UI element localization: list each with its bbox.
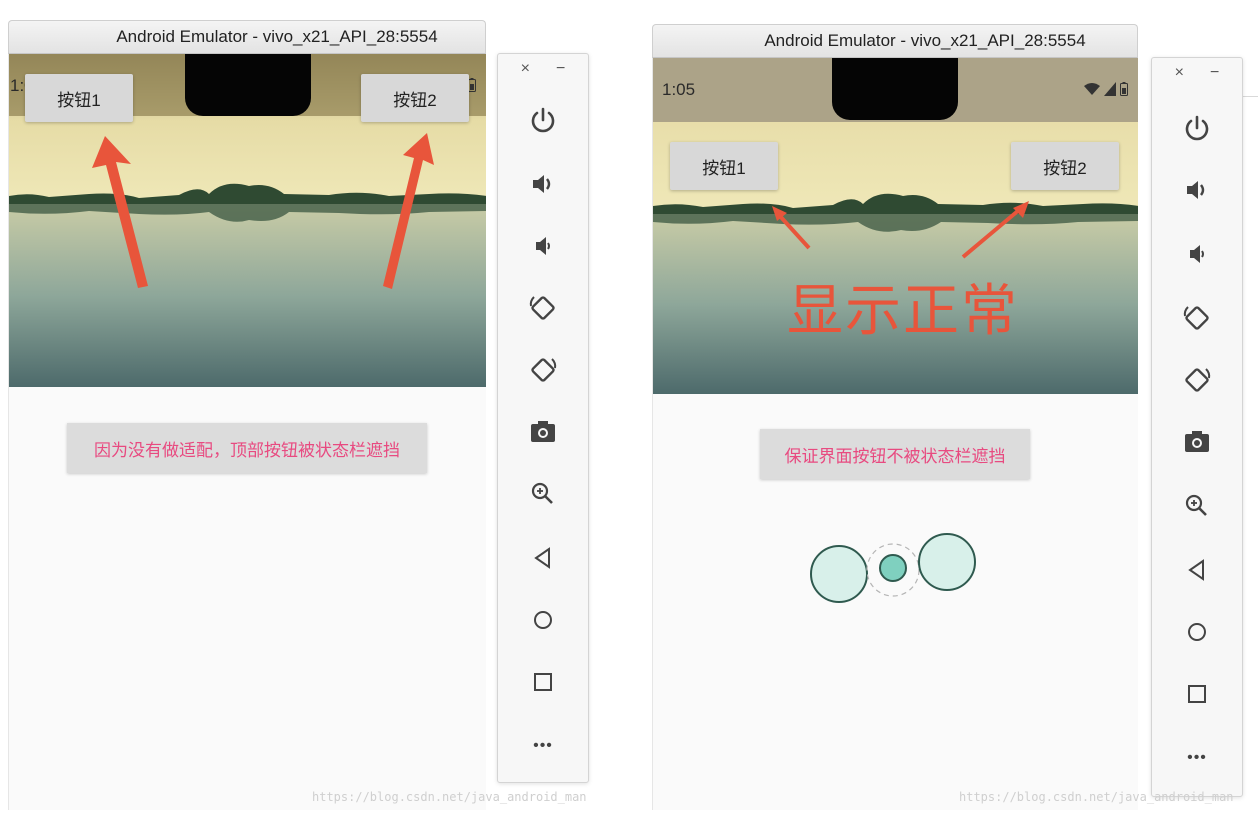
camera-icon: [1185, 431, 1209, 452]
power-button[interactable]: [1152, 104, 1242, 152]
loading-indicator: [810, 533, 976, 603]
loading-dot-right: [918, 533, 976, 591]
annotation-arrows: [772, 201, 1029, 259]
rotate-right-icon: [1185, 368, 1211, 392]
arrow-left: [777, 213, 811, 250]
arrow-left: [92, 136, 148, 288]
annotation-arrows: [92, 133, 434, 289]
rotate-left-button[interactable]: [498, 284, 588, 332]
back-button[interactable]: [1152, 546, 1242, 594]
back-icon: [1188, 559, 1204, 581]
minimize-icon[interactable]: −: [556, 60, 565, 88]
back-icon: [534, 547, 550, 569]
rotate-right-button[interactable]: [1152, 356, 1242, 404]
arrow-right: [383, 133, 434, 289]
zoom-button[interactable]: [498, 470, 588, 518]
zoom-in-icon: [531, 482, 553, 504]
toolbar-window-controls: × −: [498, 60, 588, 88]
back-button[interactable]: [498, 534, 588, 582]
window-title: Android Emulator - vivo_x21_API_28:5554: [116, 27, 438, 46]
info-box: 因为没有做适配，顶部按钮被状态栏遮挡: [67, 423, 427, 473]
close-icon[interactable]: ×: [521, 60, 530, 88]
more-icon: •••: [533, 737, 553, 754]
rotate-right-button[interactable]: [498, 346, 588, 394]
rotate-left-icon: [529, 296, 555, 320]
overview-icon: [1188, 685, 1206, 703]
volume-down-button[interactable]: [1152, 230, 1242, 278]
overview-icon: [534, 673, 552, 691]
power-icon: [1185, 115, 1209, 141]
overview-button[interactable]: [498, 658, 588, 706]
more-icon: •••: [1187, 749, 1207, 766]
loading-dot-center: [879, 554, 907, 582]
screenshot-button[interactable]: [498, 408, 588, 456]
emulator-toolbar: × − •••: [497, 53, 589, 783]
arrow-right: [961, 208, 1021, 259]
volume-up-button[interactable]: [498, 160, 588, 208]
overview-button[interactable]: [1152, 670, 1242, 718]
window-titlebar[interactable]: Android Emulator - vivo_x21_API_28:5554: [652, 24, 1138, 58]
info-text: 保证界面按钮不被状态栏遮挡: [784, 446, 1006, 466]
volume-up-icon: [533, 175, 551, 193]
left-panel: Android Emulator - vivo_x21_API_28:5554: [0, 0, 629, 832]
right-panel: Android Emulator - vivo_x21_API_28:5554 …: [629, 0, 1258, 832]
phone-screen: 1:05 按钮1 按钮2 显示正常 保证界面按钮不被状态栏遮挡: [652, 58, 1138, 810]
home-button[interactable]: [1152, 608, 1242, 656]
home-icon: [534, 611, 552, 629]
volume-up-button[interactable]: [1152, 166, 1242, 214]
emulator-toolbar: × − •••: [1151, 57, 1243, 797]
info-box: 保证界面按钮不被状态栏遮挡: [760, 429, 1030, 479]
more-button[interactable]: •••: [1152, 734, 1242, 782]
toolbar-window-controls: × −: [1152, 64, 1242, 92]
window-title: Android Emulator - vivo_x21_API_28:5554: [764, 31, 1086, 50]
rotate-left-icon: [1183, 306, 1209, 330]
minimize-icon[interactable]: −: [1210, 64, 1219, 92]
home-icon: [1188, 623, 1206, 641]
rotate-right-icon: [531, 358, 557, 382]
window-titlebar[interactable]: Android Emulator - vivo_x21_API_28:5554: [8, 20, 486, 54]
loading-dot-left: [810, 545, 868, 603]
power-button[interactable]: [498, 96, 588, 144]
volume-down-icon: [1190, 245, 1204, 263]
volume-down-button[interactable]: [498, 222, 588, 270]
watermark: https://blog.csdn.net/java_android_man: [959, 790, 1234, 804]
phone-screen: 1:04 按钮1 按钮2 因为没有做适配，顶部按钮被状态栏遮挡: [8, 54, 486, 810]
home-button[interactable]: [498, 596, 588, 644]
volume-up-icon: [1187, 181, 1205, 199]
close-icon[interactable]: ×: [1175, 64, 1184, 92]
watermark: https://blog.csdn.net/java_android_man: [312, 790, 587, 804]
annotation-label: 显示正常: [787, 279, 1019, 344]
zoom-in-icon: [1185, 494, 1207, 516]
info-text: 因为没有做适配，顶部按钮被状态栏遮挡: [94, 440, 400, 460]
zoom-button[interactable]: [1152, 482, 1242, 530]
power-icon: [531, 107, 555, 133]
camera-icon: [531, 421, 555, 442]
more-button[interactable]: •••: [498, 722, 588, 770]
volume-down-icon: [536, 237, 550, 255]
screenshot-button[interactable]: [1152, 418, 1242, 466]
rotate-left-button[interactable]: [1152, 294, 1242, 342]
